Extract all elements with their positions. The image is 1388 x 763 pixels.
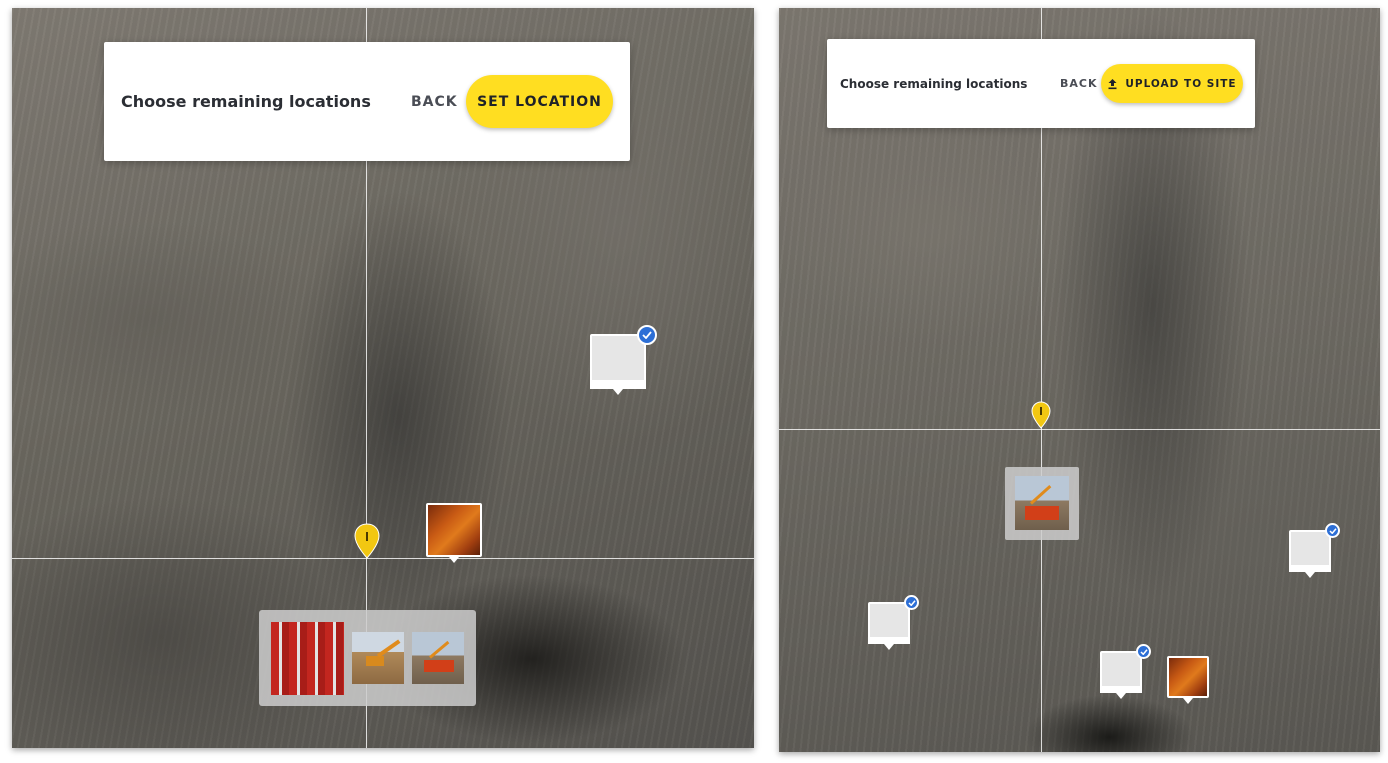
truck-photo-thumbnail xyxy=(1015,476,1069,530)
truck-crane-arm xyxy=(429,640,450,659)
photo-marker[interactable] xyxy=(426,503,482,563)
marker-pointer xyxy=(1116,693,1126,699)
check-icon xyxy=(904,595,919,610)
check-icon xyxy=(637,325,657,345)
truck-body xyxy=(424,660,454,672)
photo-placeholder-marker[interactable] xyxy=(590,325,657,395)
upload-to-site-button[interactable]: UPLOAD TO SITE xyxy=(1101,64,1243,103)
photo-marker[interactable] xyxy=(1167,656,1209,704)
panel-title: Choose remaining locations xyxy=(840,76,1028,91)
placeholder-caption-strip xyxy=(1100,686,1142,693)
crosshair-horizontal xyxy=(779,429,1380,430)
truck-crane-arm xyxy=(1029,484,1052,505)
map-pin-icon[interactable] xyxy=(354,523,380,559)
upload-to-site-label: UPLOAD TO SITE xyxy=(1125,77,1237,90)
location-panel: Choose remaining locations BACK UPLOAD T… xyxy=(827,39,1255,128)
marker-pointer xyxy=(1183,698,1193,704)
photo-tray xyxy=(259,610,476,706)
marker-pointer xyxy=(1305,572,1315,578)
excavator-body xyxy=(366,656,384,666)
tray-thumbnail-red-equipment[interactable] xyxy=(271,622,344,695)
marker-pointer xyxy=(884,644,894,650)
excavator-arm xyxy=(376,639,401,658)
truck-body xyxy=(1025,506,1059,520)
photo-thumbnail xyxy=(426,503,482,557)
photo-thumbnail xyxy=(1167,656,1209,698)
set-location-label: SET LOCATION xyxy=(477,93,602,110)
back-button[interactable]: BACK xyxy=(1060,77,1098,90)
panel-title: Choose remaining locations xyxy=(121,92,371,111)
set-location-button[interactable]: SET LOCATION xyxy=(466,75,613,128)
placeholder-caption-strip xyxy=(590,380,646,389)
map-pin-icon[interactable] xyxy=(1031,401,1051,429)
right-screen: Choose remaining locations BACK UPLOAD T… xyxy=(779,8,1380,752)
tray-thumbnail-truck[interactable] xyxy=(412,632,464,684)
photo-placeholder-marker[interactable] xyxy=(1289,523,1340,578)
marker-pointer xyxy=(613,389,623,395)
selected-photo-marker[interactable] xyxy=(1005,467,1079,540)
check-icon xyxy=(1325,523,1340,538)
location-panel: Choose remaining locations BACK SET LOCA… xyxy=(104,42,630,161)
tray-thumbnail-excavator[interactable] xyxy=(352,632,404,684)
left-screen: Choose remaining locations BACK SET LOCA… xyxy=(12,8,754,748)
upload-icon xyxy=(1108,78,1117,89)
photo-placeholder-marker[interactable] xyxy=(1100,644,1151,699)
back-button[interactable]: BACK xyxy=(411,94,458,110)
crosshair-horizontal xyxy=(12,558,754,559)
placeholder-caption-strip xyxy=(868,637,910,644)
placeholder-caption-strip xyxy=(1289,565,1331,572)
photo-placeholder-marker[interactable] xyxy=(868,595,919,650)
check-icon xyxy=(1136,644,1151,659)
marker-pointer xyxy=(449,557,459,563)
